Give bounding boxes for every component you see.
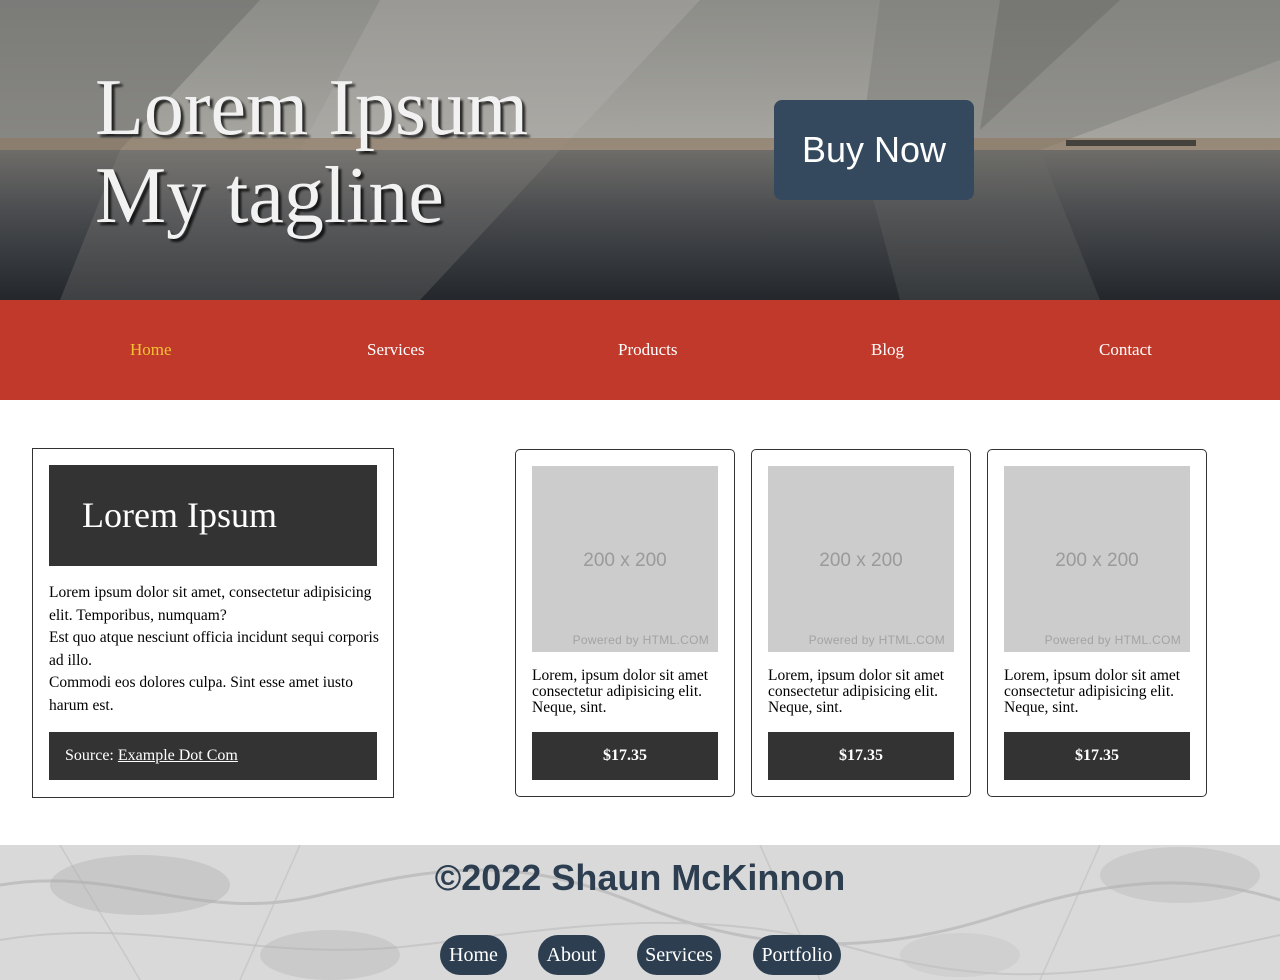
nav-item-services[interactable]: Services [367,340,425,360]
product-card: 200 x 200 Powered by HTML.COM Lorem, ips… [987,449,1207,797]
hero-title-line-1: Lorem Ipsum [95,64,529,152]
nav-item-blog[interactable]: Blog [871,340,904,360]
article-heading: Lorem Ipsum [49,465,377,566]
article-body: Lorem ipsum dolor sit amet, consectetur … [49,582,379,717]
product-card: 200 x 200 Powered by HTML.COM Lorem, ips… [751,449,971,797]
product-price-button[interactable]: $17.35 [1004,732,1190,780]
article-source-bar: Source: Example Dot Com [49,732,377,780]
hero-tagline: My tagline [95,152,444,240]
footer-link-home[interactable]: Home [440,935,507,975]
footer-link-services[interactable]: Services [637,935,721,975]
hero-banner: Lorem Ipsum My tagline Buy Now [0,0,1280,300]
placeholder-dimensions: 200 x 200 [1055,550,1139,571]
hero-title: Lorem Ipsum My tagline [95,64,528,240]
placeholder-credit: Powered by HTML.COM [572,633,709,647]
source-label: Source: [65,747,118,764]
product-description: Lorem, ipsum dolor sit amet consectetur … [768,667,945,716]
nav-item-contact[interactable]: Contact [1099,340,1152,360]
product-price-button[interactable]: $17.35 [532,732,718,780]
product-description: Lorem, ipsum dolor sit amet consectetur … [1004,667,1181,716]
article-card: Lorem Ipsum Lorem ipsum dolor sit amet, … [32,448,394,798]
site-footer: ©2022 Shaun McKinnon Home About Services… [0,845,1280,980]
footer-link-about[interactable]: About [538,935,605,975]
nav-item-products[interactable]: Products [618,340,678,360]
product-description: Lorem, ipsum dolor sit amet consectetur … [532,667,709,716]
article-paragraph: Lorem ipsum dolor sit amet, consectetur … [49,584,372,624]
main-navigation: Home Services Products Blog Contact [0,300,1280,400]
product-image-placeholder: 200 x 200 Powered by HTML.COM [532,466,718,652]
placeholder-credit: Powered by HTML.COM [1044,633,1181,647]
footer-link-portfolio[interactable]: Portfolio [753,935,841,975]
article-paragraph: Commodi eos dolores culpa. Sint esse ame… [49,674,353,714]
product-price-button[interactable]: $17.35 [768,732,954,780]
product-image-placeholder: 200 x 200 Powered by HTML.COM [768,466,954,652]
article-paragraph: Est quo atque nesciunt officia incidunt … [49,629,379,669]
placeholder-credit: Powered by HTML.COM [808,633,945,647]
nav-item-home[interactable]: Home [130,340,172,360]
buy-now-button[interactable]: Buy Now [774,100,974,200]
product-image-placeholder: 200 x 200 Powered by HTML.COM [1004,466,1190,652]
copyright-text: ©2022 Shaun McKinnon [434,857,846,898]
placeholder-dimensions: 200 x 200 [819,550,903,571]
placeholder-dimensions: 200 x 200 [583,550,667,571]
source-link[interactable]: Example Dot Com [118,747,238,764]
product-card: 200 x 200 Powered by HTML.COM Lorem, ips… [515,449,735,797]
